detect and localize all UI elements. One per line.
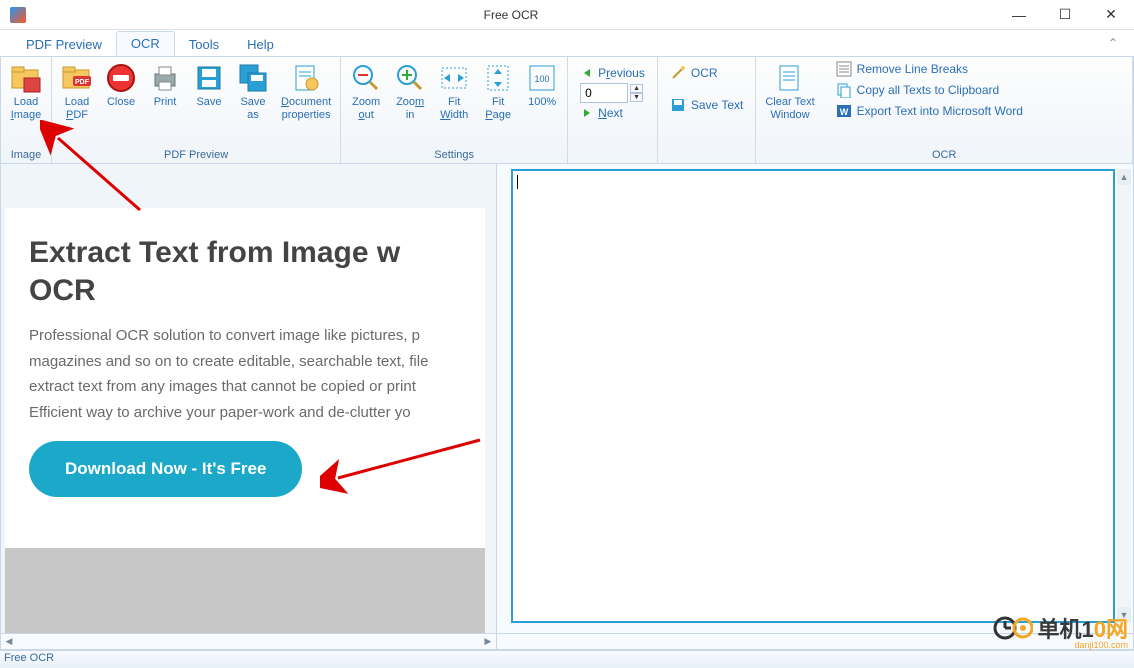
close-button[interactable]: Close: [100, 60, 142, 111]
preview-hscrollbar[interactable]: ◀ ▶: [0, 634, 497, 650]
print-label: Print: [154, 96, 177, 109]
zoom-out-label: Zoomout: [352, 96, 380, 122]
minimize-button[interactable]: —: [996, 0, 1042, 30]
fit-page-button[interactable]: FitPage: [477, 60, 519, 124]
zoom-out-button[interactable]: Zoomout: [345, 60, 387, 124]
clear-text-icon: [774, 62, 806, 94]
app-icon: [10, 7, 26, 23]
save-as-icon: [237, 62, 269, 94]
zoom-in-label: Zoomin: [396, 96, 424, 122]
save-text-icon: [670, 97, 686, 113]
clear-text-window-button[interactable]: Clear TextWindow: [760, 60, 819, 124]
window-title: Free OCR: [26, 8, 996, 22]
scroll-up-icon[interactable]: ▲: [1117, 169, 1131, 185]
save-text-button[interactable]: Save Text: [668, 96, 745, 114]
load-pdf-button[interactable]: PDF LoadPDF: [56, 60, 98, 124]
save-button[interactable]: Save: [188, 60, 230, 111]
tab-tools[interactable]: Tools: [175, 33, 233, 56]
fit-width-icon: [438, 62, 470, 94]
ribbon-group-pdf-preview-label: PDF Preview: [56, 148, 336, 162]
download-now-button[interactable]: Download Now - It's Free: [29, 441, 302, 497]
menu-bar: PDF Preview OCR Tools Help ⌃: [0, 30, 1134, 56]
load-image-button[interactable]: LoadImage: [5, 60, 47, 124]
watermark: 单机10网 danji100.com: [993, 612, 1129, 644]
zoom-in-button[interactable]: Zoomin: [389, 60, 431, 124]
ribbon-group-ocr-actions: OCR Save Text: [658, 57, 756, 163]
preview-heading: Extract Text from Image wOCR: [29, 234, 485, 309]
scroll-left-icon[interactable]: ◀: [1, 634, 17, 649]
ribbon-group-settings-label: Settings: [345, 148, 563, 162]
title-bar: Free OCR — ☐ ✕: [0, 0, 1134, 30]
save-label: Save: [196, 96, 221, 109]
save-icon: [193, 62, 225, 94]
scroll-right-icon[interactable]: ▶: [480, 634, 496, 649]
ribbon-collapse-icon[interactable]: ⌃: [1108, 36, 1118, 50]
ribbon-group-ocr: Clear TextWindow Remove Line Breaks Copy…: [756, 57, 1133, 163]
page-spin-up[interactable]: ▲: [630, 84, 643, 93]
word-icon: W: [836, 103, 852, 119]
zoom-out-icon: [350, 62, 382, 94]
close-icon: [105, 62, 137, 94]
save-as-label: Saveas: [240, 96, 265, 122]
ribbon-group-pdf-preview: PDF LoadPDF Close Print Save: [52, 57, 341, 163]
status-bar: Free OCR: [0, 650, 1134, 668]
remove-line-breaks-button[interactable]: Remove Line Breaks: [834, 60, 1025, 78]
ocr-text-area[interactable]: [511, 169, 1115, 623]
copy-all-texts-button[interactable]: Copy all Texts to Clipboard: [834, 81, 1025, 99]
tab-ocr[interactable]: OCR: [116, 31, 175, 56]
zoom-100-button[interactable]: 100 100%: [521, 60, 563, 111]
ribbon-group-nav: Previous ▲ ▼ Next: [568, 57, 658, 163]
load-image-label: LoadImage: [11, 96, 42, 122]
watermark-logo-icon: [993, 613, 1033, 643]
ribbon-group-ocr-label: OCR: [760, 148, 1128, 162]
close-window-button[interactable]: ✕: [1088, 0, 1134, 30]
remove-breaks-icon: [836, 61, 852, 77]
fit-page-icon: [482, 62, 514, 94]
ribbon-group-settings: Zoomout Zoomin FitWidth FitPage: [341, 57, 568, 163]
folder-pdf-icon: PDF: [61, 62, 93, 94]
svg-text:W: W: [839, 107, 848, 117]
copy-icon: [836, 82, 852, 98]
wand-icon: [670, 65, 686, 81]
previous-button[interactable]: Previous: [580, 66, 645, 80]
svg-text:100: 100: [535, 74, 550, 84]
fit-width-label: FitWidth: [440, 96, 468, 122]
ocr-button[interactable]: OCR: [668, 64, 745, 82]
export-word-button[interactable]: W Export Text into Microsoft Word: [834, 102, 1025, 120]
svg-text:PDF: PDF: [75, 79, 90, 86]
doc-props-icon: [290, 62, 322, 94]
fit-page-label: FitPage: [485, 96, 511, 122]
preview-paragraph: Professional OCR solution to convert ima…: [29, 323, 485, 425]
tab-pdf-preview[interactable]: PDF Preview: [12, 33, 116, 56]
folder-image-icon: [10, 62, 42, 94]
page-input[interactable]: [580, 83, 628, 103]
ribbon-group-image-label: Image: [5, 148, 47, 162]
close-label: Close: [107, 96, 135, 109]
next-button[interactable]: Next: [580, 106, 645, 120]
text-output-pane: ▲ ▼: [497, 164, 1134, 634]
text-vscrollbar[interactable]: ▲ ▼: [1117, 169, 1131, 623]
load-pdf-label: LoadPDF: [65, 96, 89, 122]
zoom-in-icon: [394, 62, 426, 94]
fit-width-button[interactable]: FitWidth: [433, 60, 475, 124]
ribbon-group-image: LoadImage Image: [1, 57, 52, 163]
page-spin-down[interactable]: ▼: [630, 93, 643, 102]
ribbon: LoadImage Image PDF LoadPDF Close: [0, 56, 1134, 164]
printer-icon: [149, 62, 181, 94]
print-button[interactable]: Print: [144, 60, 186, 111]
content-area: Extract Text from Image wOCR Professiona…: [0, 164, 1134, 634]
document-properties-button[interactable]: Documentproperties: [276, 60, 336, 124]
preview-page: Extract Text from Image wOCR Professiona…: [5, 208, 485, 634]
image-preview-pane: Extract Text from Image wOCR Professiona…: [0, 164, 497, 634]
zoom-100-icon: 100: [526, 62, 558, 94]
zoom-100-label: 100%: [528, 96, 556, 109]
clear-text-label: Clear TextWindow: [765, 96, 814, 122]
save-as-button[interactable]: Saveas: [232, 60, 274, 124]
tab-help[interactable]: Help: [233, 33, 288, 56]
doc-props-label: Documentproperties: [281, 96, 331, 122]
preview-document: Extract Text from Image wOCR Professiona…: [5, 208, 485, 548]
maximize-button[interactable]: ☐: [1042, 0, 1088, 30]
